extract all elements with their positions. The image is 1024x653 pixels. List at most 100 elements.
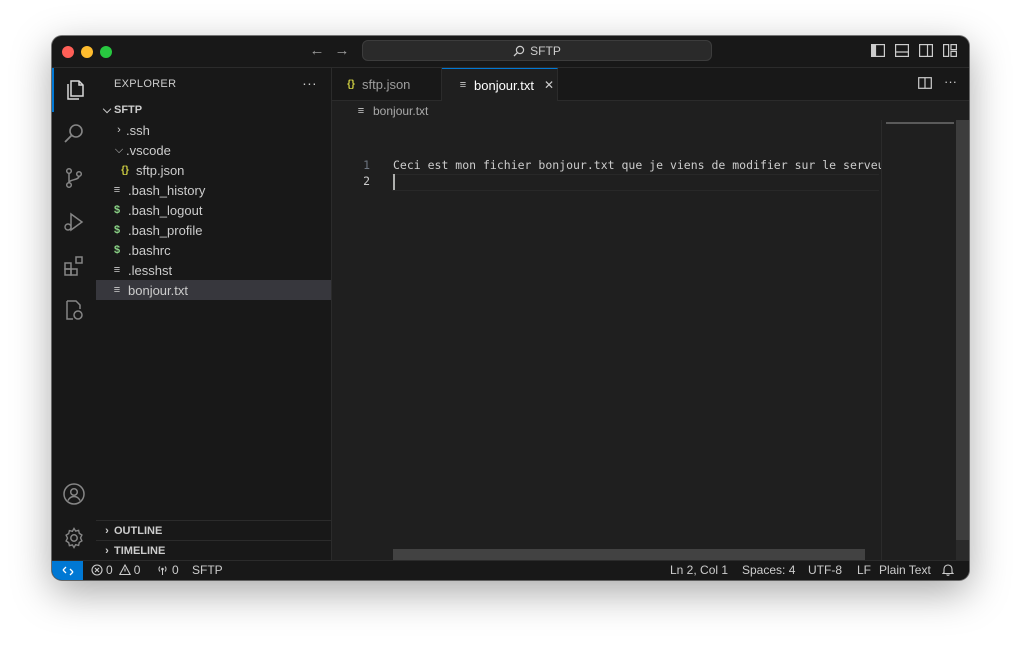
ports-count: 0	[172, 563, 179, 577]
ports-indicator[interactable]: 0	[156, 563, 179, 577]
toggle-panel-icon[interactable]	[895, 44, 909, 57]
sftp-status[interactable]: SFTP	[192, 563, 223, 577]
json-file-icon: {}	[121, 164, 129, 176]
tree-item-bash-history[interactable]: ≡ .bash_history	[96, 180, 331, 200]
text-file-icon: ≡	[459, 79, 467, 91]
bell-icon	[942, 564, 954, 576]
breadcrumb[interactable]: ≡ bonjour.txt	[354, 104, 429, 118]
error-icon	[91, 564, 103, 576]
line-text: Ceci est mon fichier bonjour.txt que je …	[393, 158, 892, 172]
line-number: 2	[363, 174, 370, 188]
source-control-activity[interactable]	[52, 156, 96, 200]
tree-item-sftp-json[interactable]: {} sftp.json	[96, 160, 331, 180]
tree-item-label: .bashrc	[128, 242, 171, 258]
tree-item-bonjour-txt[interactable]: ≡ bonjour.txt	[96, 280, 331, 300]
manage-activity[interactable]	[52, 516, 96, 560]
search-activity[interactable]	[52, 112, 96, 156]
minimize-window-button[interactable]	[81, 46, 93, 58]
line-number: 1	[363, 158, 370, 172]
chevron-down-icon: ⌵	[114, 143, 124, 156]
tree-item-label: sftp.json	[136, 162, 185, 178]
workspace-root-label: SFTP	[114, 104, 143, 116]
current-line-highlight	[392, 174, 879, 191]
tree-item-label: .bash_logout	[128, 202, 203, 218]
close-window-button[interactable]	[62, 46, 74, 58]
search-icon	[513, 45, 525, 56]
tree-item-ssh[interactable]: › .ssh	[96, 120, 331, 140]
chevron-down-icon: ⌵	[102, 103, 112, 116]
remote-icon	[62, 566, 73, 576]
tree-item-bashrc[interactable]: $ .bashrc	[96, 240, 331, 260]
command-center-search[interactable]: SFTP	[362, 40, 712, 61]
explorer-header: EXPLORER ···	[96, 68, 331, 100]
tree-item-label: .bash_profile	[128, 222, 203, 238]
close-icon[interactable]: ✕	[544, 78, 554, 92]
text-file-icon: ≡	[113, 184, 121, 196]
command-center-label: SFTP	[530, 43, 561, 58]
tab-label: bonjour.txt	[474, 77, 534, 93]
code-line[interactable]: 1 Ceci est mon fichier bonjour.txt que j…	[332, 158, 891, 175]
minimap[interactable]	[881, 120, 957, 560]
maximize-window-button[interactable]	[100, 46, 112, 58]
warning-count: 0	[133, 563, 141, 577]
encoding[interactable]: UTF-8	[808, 563, 842, 577]
vscode-window: ← → SFTP EXPLORER ··· ⌵ SFTP › .ssh ⌵ .v…	[52, 36, 969, 580]
breadcrumb-file: bonjour.txt	[373, 104, 429, 118]
more-actions-icon[interactable]: ···	[944, 75, 957, 90]
tab-sftp-json[interactable]: {} sftp.json	[332, 68, 442, 100]
timeline-section[interactable]: › TIMELINE	[96, 540, 331, 561]
indentation-label: Spaces: 4	[742, 563, 796, 577]
indentation[interactable]: Spaces: 4	[742, 563, 795, 577]
text-file-icon: ≡	[113, 264, 121, 276]
customize-layout-icon[interactable]	[943, 44, 957, 57]
explorer-activity[interactable]	[52, 68, 96, 112]
cursor-position[interactable]: Ln 2, Col 1	[670, 563, 728, 577]
explorer-sidebar: EXPLORER ··· ⌵ SFTP › .ssh ⌵ .vscode {} …	[96, 68, 332, 560]
back-arrow-icon[interactable]: ←	[308, 42, 326, 59]
timeline-label: TIMELINE	[114, 545, 166, 557]
tree-item-label: .vscode	[126, 142, 171, 158]
tree-item-bash-profile[interactable]: $ .bash_profile	[96, 220, 331, 240]
tree-item-lesshst[interactable]: ≡ .lesshst	[96, 260, 331, 280]
cursor-position-label: Ln 2, Col 1	[670, 563, 729, 577]
split-editor-icon[interactable]	[918, 76, 932, 90]
explorer-title: EXPLORER	[114, 78, 177, 90]
text-file-icon: ≡	[357, 105, 365, 117]
language-label: Plain Text	[879, 563, 931, 577]
code-line-current[interactable]: 2	[332, 174, 882, 191]
horizontal-scrollbar[interactable]	[393, 549, 865, 560]
notifications[interactable]	[942, 563, 954, 576]
toggle-secondary-sidebar-icon[interactable]	[919, 44, 933, 57]
text-file-icon: ≡	[113, 284, 121, 296]
tree-item-bash-logout[interactable]: $ .bash_logout	[96, 200, 331, 220]
search-icon	[64, 124, 83, 143]
run-debug-icon	[64, 212, 84, 232]
end-of-line[interactable]: LF	[857, 563, 871, 577]
problems-indicator[interactable]: 0 0	[91, 563, 140, 577]
warning-icon	[118, 564, 131, 576]
extensions-activity[interactable]	[52, 244, 96, 288]
outline-section[interactable]: › OUTLINE	[96, 520, 331, 541]
tree-item-vscode[interactable]: ⌵ .vscode	[96, 140, 331, 160]
broadcast-icon	[158, 566, 167, 575]
vertical-scrollbar[interactable]	[956, 120, 969, 540]
language-mode[interactable]: Plain Text	[879, 563, 931, 577]
run-debug-activity[interactable]	[52, 200, 96, 244]
json-file-icon: {}	[347, 78, 355, 90]
chevron-right-icon: ›	[105, 525, 109, 537]
chevron-right-icon: ›	[117, 124, 121, 136]
eol-label: LF	[857, 563, 872, 577]
forward-arrow-icon[interactable]: →	[333, 42, 351, 59]
workspace-root[interactable]: ⌵ SFTP	[96, 100, 331, 120]
remote-explorer-activity[interactable]	[52, 288, 96, 332]
outline-label: OUTLINE	[114, 525, 163, 537]
tab-bonjour-txt[interactable]: ≡ bonjour.txt ✕	[442, 68, 558, 101]
accounts-activity[interactable]	[52, 472, 96, 516]
status-bar: 0 0 0 SFTP Ln 2, Col 1 Spaces: 4 UTF-8 L…	[52, 560, 969, 580]
remote-indicator[interactable]	[52, 561, 83, 580]
tree-item-label: .lesshst	[128, 262, 173, 278]
toggle-primary-sidebar-icon[interactable]	[871, 44, 885, 57]
tree-item-label: .bash_history	[128, 182, 206, 198]
more-actions-icon[interactable]: ···	[302, 75, 317, 91]
text-cursor	[393, 174, 395, 190]
